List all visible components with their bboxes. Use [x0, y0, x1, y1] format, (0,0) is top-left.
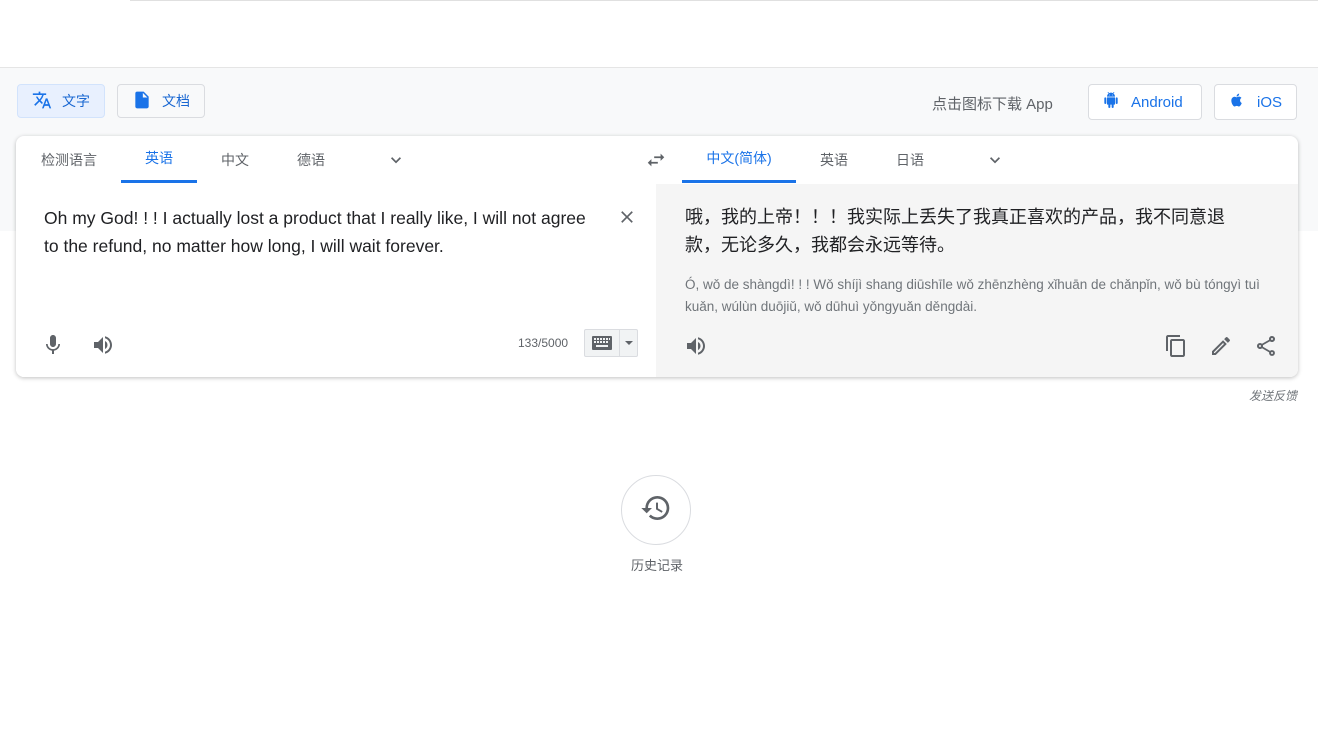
- android-label: Android: [1131, 93, 1183, 111]
- edit-pencil-icon[interactable]: [1209, 334, 1233, 358]
- text-mode-label: 文字: [62, 93, 90, 109]
- android-icon: [1103, 92, 1119, 112]
- translation-romanization: Ó, wǒ de shàngdì! ! ! Wǒ shíjì shang diū…: [685, 277, 1260, 314]
- history-icon: [640, 492, 672, 529]
- target-more-languages-chevron-down-icon[interactable]: [985, 150, 1005, 170]
- translate-icon: [32, 90, 52, 113]
- history-button[interactable]: [621, 475, 691, 545]
- text-mode-button[interactable]: 文字: [17, 84, 105, 118]
- apple-icon: [1229, 92, 1245, 112]
- source-panel: Oh my God! ! ! I actually lost a product…: [16, 184, 656, 377]
- tab-source-english[interactable]: 英语: [121, 136, 197, 183]
- language-bar: 检测语言 英语 中文 德语 中文(简体) 英语 日语: [16, 136, 1298, 185]
- swap-languages-icon[interactable]: [645, 149, 667, 171]
- android-button[interactable]: Android: [1088, 84, 1202, 120]
- target-speaker-icon[interactable]: [684, 334, 708, 358]
- keyboard-icon[interactable]: [585, 330, 620, 356]
- tab-target-english[interactable]: 英语: [806, 136, 862, 183]
- source-speaker-icon[interactable]: [91, 333, 115, 357]
- translation-card: 检测语言 英语 中文 德语 中文(简体) 英语 日语 Oh my God! ! …: [16, 136, 1298, 377]
- tab-target-chinese-simplified[interactable]: 中文(简体): [682, 136, 796, 183]
- share-icon[interactable]: [1254, 334, 1278, 358]
- tab-target-japanese[interactable]: 日语: [882, 136, 938, 183]
- document-mode-button[interactable]: 文档: [117, 84, 205, 118]
- tab-source-german[interactable]: 德语: [282, 136, 340, 183]
- document-icon: [132, 90, 152, 113]
- tab-detect-language[interactable]: 检测语言: [30, 136, 108, 183]
- source-more-languages-chevron-down-icon[interactable]: [386, 150, 406, 170]
- tab-source-chinese[interactable]: 中文: [206, 136, 264, 183]
- character-count: 133/5000: [518, 336, 569, 350]
- source-textarea[interactable]: Oh my God! ! ! I actually lost a product…: [44, 204, 604, 260]
- input-tools-button[interactable]: [584, 329, 638, 357]
- download-app-text: 点击图标下载 App: [932, 96, 1053, 113]
- top-divider: [130, 0, 1318, 1]
- send-feedback-link[interactable]: 发送反馈: [1249, 387, 1297, 404]
- microphone-icon[interactable]: [41, 333, 65, 357]
- target-panel: 哦，我的上帝！！！我实际上丢失了我真正喜欢的产品，我不同意退款，无论多久，我都会…: [656, 184, 1298, 377]
- ios-button[interactable]: iOS: [1214, 84, 1297, 120]
- document-mode-label: 文档: [162, 93, 190, 109]
- history-label: 历史记录: [630, 558, 683, 573]
- translation-output: 哦，我的上帝！！！我实际上丢失了我真正喜欢的产品，我不同意退款，无论多久，我都会…: [685, 207, 1225, 256]
- input-tools-dropdown-icon[interactable]: [620, 330, 637, 356]
- clear-source-close-icon[interactable]: [617, 207, 637, 227]
- ios-label: iOS: [1257, 93, 1283, 111]
- copy-icon[interactable]: [1164, 334, 1188, 358]
